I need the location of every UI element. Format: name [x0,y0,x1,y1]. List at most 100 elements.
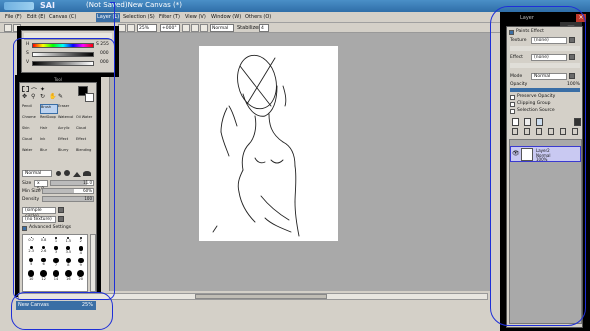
background-color-swatch[interactable] [85,93,94,102]
brush-size-preset[interactable]: 8 [62,257,74,268]
transfer-down-icon[interactable] [512,128,518,135]
size-slider[interactable]: 11.0 [50,180,94,186]
layer-mode-toggle[interactable] [569,73,575,79]
brush-size-preset[interactable]: 0.7 [25,237,37,243]
color-mode-tabs[interactable] [24,33,112,40]
brush-texture-toggle[interactable] [58,216,64,222]
brush-size-preset[interactable]: 12 [37,270,49,281]
brush-size-preset[interactable]: 2.6 [37,246,49,254]
brush-size-preset[interactable]: 0.8 [37,237,49,243]
selection-source-checkbox[interactable] [510,109,515,114]
canvas-paper[interactable] [199,46,338,241]
menu-layer[interactable]: Layer (L) [96,13,121,22]
brush-chrome[interactable]: Chrome [22,115,40,125]
brush-effect[interactable]: Effect [58,137,76,147]
delete-layer-icon[interactable] [548,128,554,135]
brush-size-preset[interactable]: 14 [50,270,62,281]
brush-size-preset[interactable]: 16 [62,270,74,281]
rotation-field[interactable]: +000° [160,24,180,32]
layer-menu-icon[interactable] [574,118,581,126]
brush-size-preset[interactable]: 4 [75,246,87,255]
layer-row[interactable]: 👁 Layer2 Normal 100% [510,146,581,162]
close-icon[interactable]: × [576,14,586,22]
brush-acrylic[interactable]: Acrylic [58,126,76,136]
brush-eraser[interactable]: Eraser [58,104,76,114]
clear-layer-icon[interactable] [536,128,542,135]
zoom-out-button[interactable] [118,24,126,32]
min-size-slider[interactable]: 60% [42,188,94,194]
brush-size-preset[interactable]: 2.3 [25,246,37,254]
rect-select-icon[interactable] [22,86,29,92]
brush-water[interactable]: Water [22,148,40,158]
brush-size-preset[interactable]: 5 [25,257,37,268]
brush-skin[interactable]: Skin [22,126,40,136]
brush-hair[interactable]: Hair [40,126,58,136]
menu-file[interactable]: File (F) [4,13,23,22]
reset-rotation-button[interactable] [200,24,208,32]
menu-others[interactable]: Others (O) [244,13,272,22]
opacity-slider[interactable] [510,88,580,92]
menu-selection[interactable]: Selection (S) [122,13,156,22]
density-slider[interactable]: 100 [42,196,94,202]
effect-select[interactable]: (none) [531,54,567,61]
brush-texture-select[interactable]: (no texture) [22,216,56,223]
paints-effect-checkbox[interactable] [509,30,514,35]
texture-toggle[interactable] [569,37,575,43]
layer-mode-select[interactable]: Normal [531,73,567,80]
effect-width-slider[interactable] [510,63,580,68]
zoom-in-button[interactable] [127,24,135,32]
preserve-opacity-checkbox[interactable] [510,95,515,100]
rotate-left-button[interactable] [182,24,190,32]
size-multiplier-select[interactable]: x 5.0 [34,180,48,192]
brush-size-preset[interactable]: 2 [75,237,87,243]
shape-dome-icon[interactable] [83,171,91,176]
menu-window[interactable]: Window (W) [210,13,242,22]
brush-oil-water[interactable]: Oil Water [76,115,96,125]
brush-blending[interactable]: Blending [76,148,96,158]
brush-shape-select[interactable]: (simple circle) [22,207,56,219]
blend-mode-select[interactable]: Normal [210,24,234,32]
shape-round-icon[interactable] [64,170,70,176]
brush-cloud-2[interactable]: Cloud [22,137,40,147]
brush-pencil[interactable]: Pencil [22,104,40,114]
brush-shape-presets[interactable] [56,169,94,177]
texture-scale-slider[interactable] [510,46,580,51]
brush-blur[interactable]: Blur [40,148,58,158]
menu-canvas[interactable]: Canvas (C) [48,13,77,22]
brush-size-preset[interactable]: 20 [75,270,87,281]
eye-icon[interactable]: 👁 [512,150,520,157]
brush-watercolor[interactable]: Watercol [58,115,76,125]
zoom-field[interactable]: 25% [137,24,157,32]
zoom-icon[interactable]: ⚲ [31,93,35,100]
brush-mode-select[interactable]: Normal [22,170,52,177]
menu-edit[interactable]: Edit (E) [26,13,46,22]
eyedropper-icon[interactable]: ✎ [58,93,63,100]
shape-round-icon[interactable] [56,171,61,176]
advanced-settings-checkbox[interactable] [22,226,27,231]
menu-view[interactable]: View (V) [184,13,207,22]
canvas-horizontal-scrollbar[interactable] [18,293,488,300]
value-slider[interactable] [32,61,94,66]
undo-button[interactable] [4,24,12,32]
move-icon[interactable]: ✥ [22,93,27,100]
brush-ink[interactable]: Ink [40,137,58,147]
brush-blurry[interactable]: Blurry [58,148,76,158]
hand-icon[interactable]: ✋ [49,93,56,100]
lock-icon[interactable] [560,128,566,135]
new-layer-icon[interactable] [512,118,519,126]
brush-redgoop[interactable]: RedGoop [40,115,58,125]
new-folder-icon[interactable] [536,118,543,126]
rotate-icon[interactable]: ↻ [40,93,45,100]
brush-cloud[interactable]: Cloud [76,126,96,136]
effect-toggle[interactable] [569,54,575,60]
brush-size-preset[interactable]: 1 [50,237,62,243]
brush-size-preset[interactable]: 1.5 [62,237,74,243]
merge-down-icon[interactable] [524,128,530,135]
brush-size-preset[interactable]: 9 [75,257,87,267]
brush-selected[interactable]: Brush [40,104,58,114]
brush-size-scrollbar[interactable] [90,234,96,292]
rotate-right-button[interactable] [191,24,199,32]
stabilizer-select[interactable]: 4 [259,24,269,32]
magic-wand-icon[interactable]: ✦ [40,86,45,93]
texture-select[interactable]: (none) [531,37,567,44]
